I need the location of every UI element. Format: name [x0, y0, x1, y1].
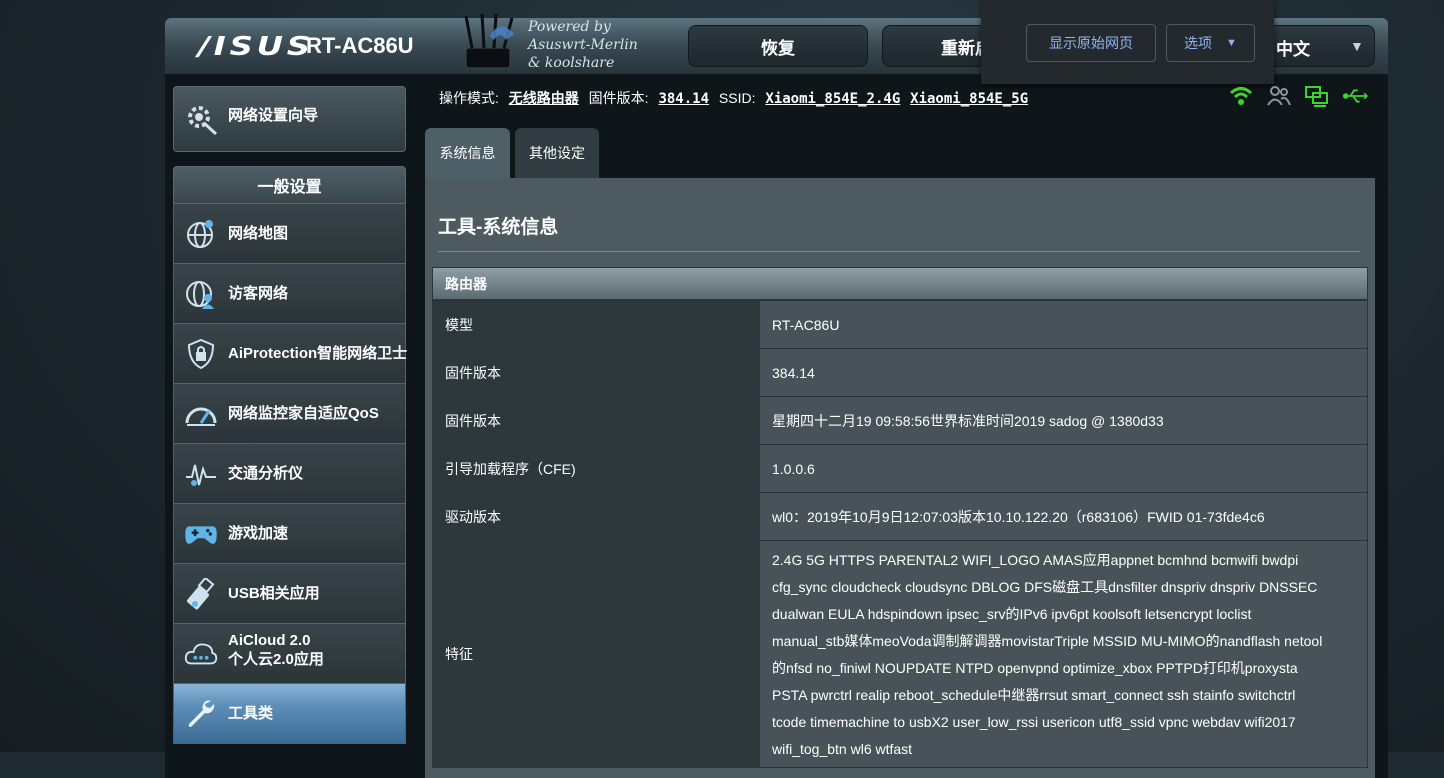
- traffic-analyzer-icon: [184, 457, 218, 491]
- globe-map-icon: [184, 217, 218, 251]
- row-key: 模型: [432, 300, 760, 349]
- gamepad-icon: [184, 517, 218, 551]
- row-value: wl0：2019年10月9日12:07:03版本10.10.122.20（r68…: [759, 492, 1368, 541]
- router-icon: [464, 14, 514, 69]
- table-row: 引导加载程序（CFE) 1.0.0.6: [432, 444, 1368, 493]
- table-row: 特征 2.4G 5G HTTPS PARENTAL2 WIFI_LOGO AMA…: [432, 540, 1368, 768]
- language-label: 中文: [1276, 40, 1310, 59]
- table-header: 路由器: [432, 267, 1368, 300]
- firmware-label: 固件版本:: [588, 90, 649, 106]
- sidebar-item-usb-apps[interactable]: USB相关应用: [173, 564, 406, 624]
- row-key: 固件版本: [432, 396, 760, 445]
- sidebar-item-label: AiProtection智能网络卫士: [228, 345, 408, 362]
- sidebar-item-game-boost[interactable]: 游戏加速: [173, 504, 406, 564]
- system-info-table: 模型 RT-AC86U 固件版本 384.14 固件版本 星期四十二月19 09…: [432, 300, 1368, 768]
- status-icons: [1228, 85, 1368, 107]
- options-button[interactable]: 选项 ▼: [1166, 24, 1255, 62]
- aicloud-title: AiCloud 2.0: [228, 632, 311, 649]
- row-value: 星期四十二月19 09:58:56世界标准时间2019 sadog @ 1380…: [759, 396, 1368, 445]
- mode-label: 操作模式:: [439, 90, 499, 106]
- network-icon[interactable]: [1304, 85, 1330, 107]
- usb-icon[interactable]: [1342, 85, 1368, 107]
- sidebar-item-label: 游戏加速: [228, 525, 289, 542]
- sidebar-menu: 网络地图 访客网络 AiProtection智能网络卫士 网络监控家自适应QoS…: [173, 204, 408, 744]
- row-value: 1.0.0.6: [759, 444, 1368, 493]
- show-original-button[interactable]: 显示原始网页: [1026, 24, 1156, 62]
- sidebar-item-label: 网络监控家自适应QoS: [228, 405, 379, 422]
- restore-button[interactable]: 恢复: [688, 25, 868, 67]
- guest-network-icon: [184, 277, 218, 311]
- page-title: 工具-系统信息: [438, 217, 559, 238]
- row-value: RT-AC86U: [759, 300, 1368, 349]
- sidebar-item-label: AiCloud 2.0 个人云2.0应用: [228, 631, 324, 669]
- table-row: 驱动版本 wl0：2019年10月9日12:07:03版本10.10.122.2…: [432, 492, 1368, 541]
- translate-bar: 显示原始网页 选项 ▼: [981, 0, 1274, 84]
- model-name: RT-AC86U: [306, 33, 414, 58]
- ssid-5-link[interactable]: Xiaomi_854E_5G: [910, 91, 1028, 107]
- tab-system-info[interactable]: 系统信息: [425, 128, 510, 178]
- sidebar-item-aiprotection[interactable]: AiProtection智能网络卫士: [173, 324, 408, 384]
- table-row: 固件版本 384.14: [432, 348, 1368, 397]
- sidebar-item-qos[interactable]: 网络监控家自适应QoS: [173, 384, 406, 444]
- sidebar-item-traffic-analyzer[interactable]: 交通分析仪: [173, 444, 406, 504]
- clients-icon[interactable]: [1266, 85, 1292, 107]
- chevron-down-icon: ▼: [1350, 38, 1364, 54]
- sidebar-item-tools[interactable]: 工具类: [173, 684, 406, 744]
- sidebar-item-label: 访客网络: [228, 285, 289, 302]
- asus-logo[interactable]: /ISUS: [198, 32, 314, 62]
- table-row: 模型 RT-AC86U: [432, 300, 1368, 349]
- firmware-link[interactable]: 384.14: [658, 91, 709, 107]
- status-bar: 操作模式: 无线路由器 固件版本: 384.14 SSID: Xiaomi_85…: [439, 88, 1034, 108]
- general-settings-header: 一般设置: [173, 166, 406, 204]
- shield-lock-icon: [184, 337, 218, 371]
- wifi-icon[interactable]: [1228, 85, 1254, 107]
- sidebar-item-label: 交通分析仪: [228, 465, 304, 482]
- sidebar-item-label: 工具类: [228, 705, 274, 722]
- title-divider: [438, 251, 1360, 252]
- sidebar-item-aicloud[interactable]: AiCloud 2.0 个人云2.0应用: [173, 624, 406, 684]
- usb-app-icon: [184, 577, 218, 611]
- powered-by-text: Powered by Asuswrt-Merlin & koolshare: [528, 19, 638, 71]
- sidebar-item-network-map[interactable]: 网络地图: [173, 204, 406, 264]
- row-key: 固件版本: [432, 348, 760, 397]
- aicloud-subtitle: 个人云2.0应用: [228, 651, 324, 668]
- ssid-label: SSID:: [718, 90, 756, 106]
- row-key: 引导加载程序（CFE): [432, 444, 760, 493]
- features-value: 2.4G 5G HTTPS PARENTAL2 WIFI_LOGO AMAS应用…: [759, 540, 1368, 768]
- network-setup-wizard-button[interactable]: 网络设置向导: [173, 86, 406, 152]
- caret-down-icon: ▼: [1226, 37, 1237, 49]
- sidebar-item-label: USB相关应用: [228, 585, 320, 602]
- tab-other-settings[interactable]: 其他设定: [515, 128, 599, 178]
- mode-link[interactable]: 无线路由器: [509, 90, 579, 106]
- wrench-icon: [184, 697, 218, 731]
- wizard-label: 网络设置向导: [228, 107, 319, 124]
- gauge-icon: [184, 397, 218, 431]
- sidebar-item-label: 网络地图: [228, 225, 289, 242]
- cloud-icon: [184, 637, 218, 671]
- table-row: 固件版本 星期四十二月19 09:58:56世界标准时间2019 sadog @…: [432, 396, 1368, 445]
- gear-wand-icon: [184, 101, 220, 137]
- row-key: 特征: [432, 540, 760, 768]
- row-value: 384.14: [759, 348, 1368, 397]
- row-key: 驱动版本: [432, 492, 760, 541]
- sidebar-item-guest-network[interactable]: 访客网络: [173, 264, 406, 324]
- ssid-24-link[interactable]: Xiaomi_854E_2.4G: [765, 91, 900, 107]
